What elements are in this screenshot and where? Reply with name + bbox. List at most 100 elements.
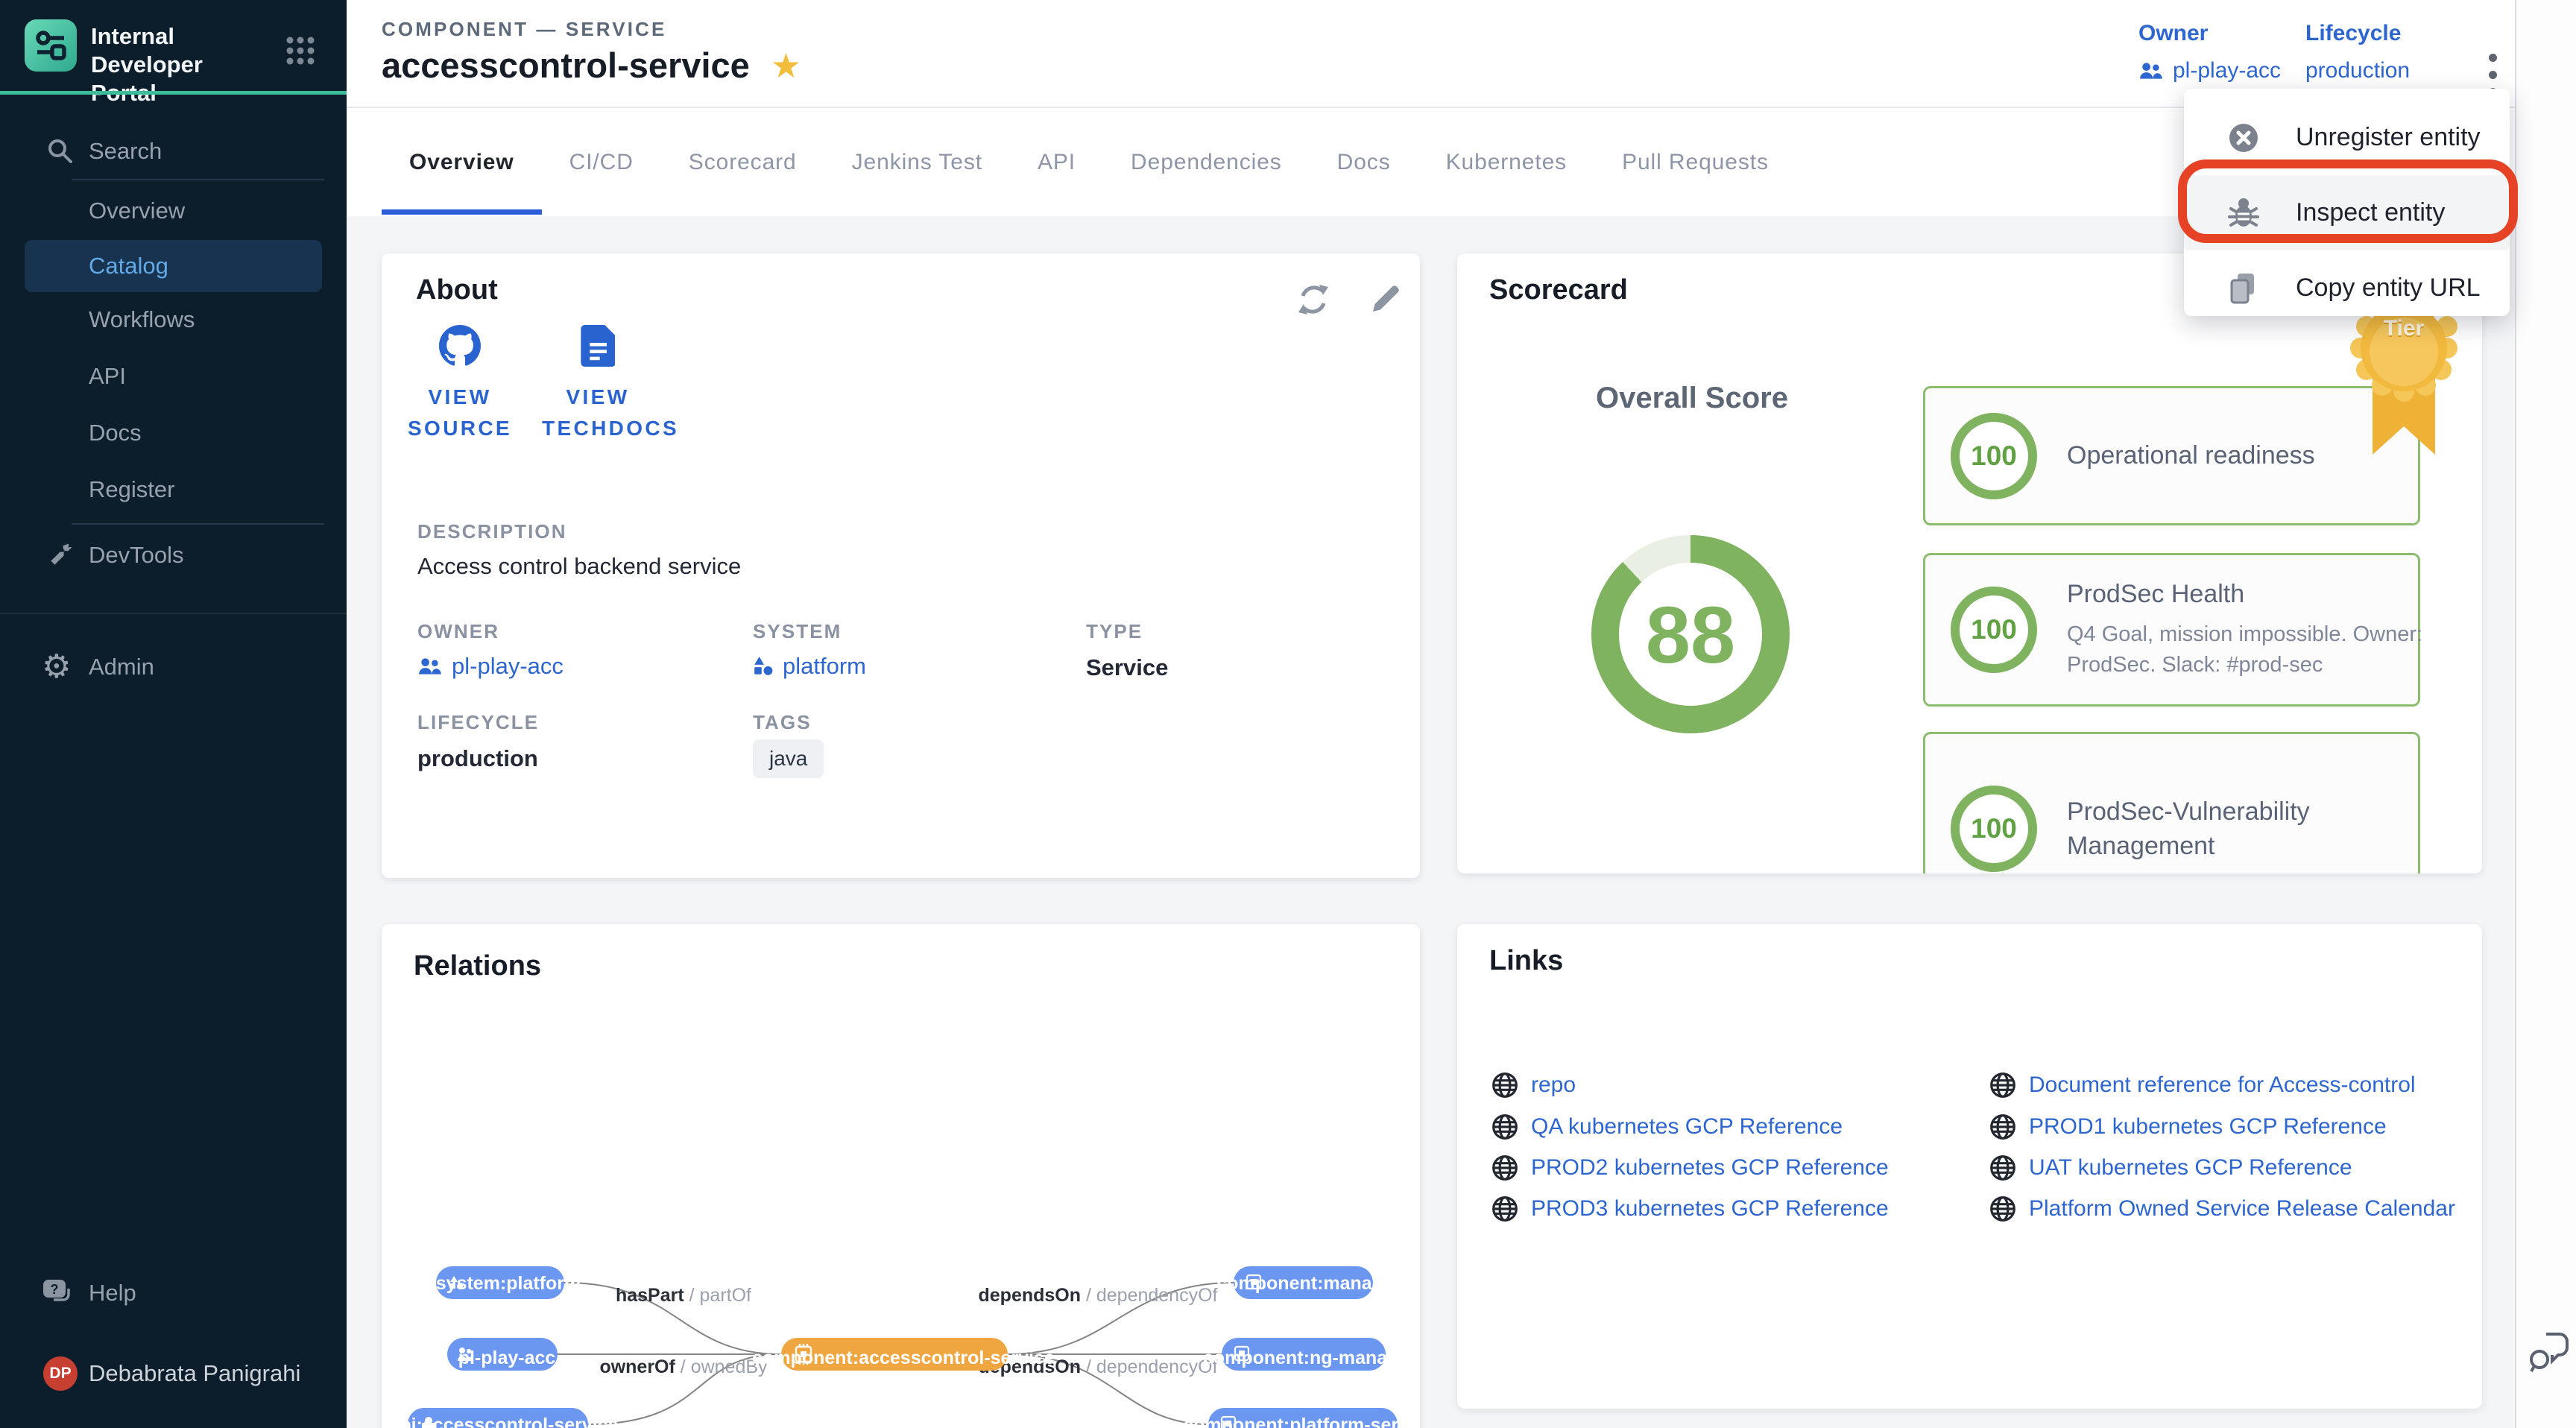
sidebar-item-devtools[interactable]: DevTools	[0, 531, 347, 580]
tab-pull-requests[interactable]: Pull Requests	[1594, 108, 1796, 216]
score-value: 100	[1951, 587, 2037, 673]
tag-chip-label: java	[753, 739, 824, 778]
entity-tabs: Overview CI/CD Scorecard Jenkins Test AP…	[382, 108, 1796, 216]
globe-icon	[1989, 1071, 2017, 1099]
link-label: PROD3 kubernetes GCP Reference	[1531, 1196, 1889, 1222]
search-icon	[46, 137, 75, 165]
favorite-star-icon[interactable]: ★	[771, 45, 801, 86]
link-label: Document reference for Access-control	[2029, 1072, 2416, 1098]
system-field-link[interactable]: platform	[753, 653, 866, 680]
overall-donut: 88	[1591, 535, 1790, 733]
node-api-accesscontrol-service[interactable]: api:accesscontrol-service	[389, 1408, 618, 1428]
score-item[interactable]: 100 Operational readiness	[1923, 386, 2420, 525]
link-item[interactable]: QA kubernetes GCP Reference	[1491, 1109, 1843, 1145]
tab-dependencies[interactable]: Dependencies	[1103, 108, 1310, 216]
owner-link[interactable]: pl-play-acc	[2138, 58, 2281, 83]
refresh-icon[interactable]	[1294, 280, 1333, 319]
svg-text:component:manager: component:manager	[1216, 1273, 1401, 1294]
view-techdocs-button[interactable]: VIEW TECHDOCS	[542, 325, 654, 444]
owner-field-link[interactable]: pl-play-acc	[417, 653, 564, 680]
sidebar-item-label: Catalog	[89, 253, 168, 279]
score-item[interactable]: 100 ProdSec-Vulnerability Management	[1923, 732, 2420, 873]
avatar: DP	[43, 1356, 78, 1391]
links-card: Links repo QA kubernetes GCP Reference P…	[1457, 924, 2482, 1409]
sidebar-item-docs[interactable]: Docs	[0, 408, 347, 458]
about-card-title: About	[416, 274, 498, 306]
globe-icon	[1491, 1071, 1519, 1099]
node-component-manager[interactable]: component:manager	[1216, 1266, 1401, 1299]
cancel-circle-icon	[2224, 119, 2263, 157]
link-item[interactable]: PROD3 kubernetes GCP Reference	[1491, 1191, 1889, 1227]
page-title: accesscontrol-service	[382, 45, 750, 86]
group-icon	[417, 657, 443, 676]
svg-text:system:platform: system:platform	[436, 1273, 581, 1294]
link-label: Platform Owned Service Release Calendar	[2029, 1196, 2455, 1222]
sidebar-item-search[interactable]: Search	[0, 127, 347, 176]
sidebar-item-label: Workflows	[89, 306, 195, 333]
view-source-label: VIEW SOURCE	[404, 382, 516, 444]
sidebar-item-overview[interactable]: Overview	[0, 186, 347, 236]
link-item[interactable]: UAT kubernetes GCP Reference	[1989, 1150, 2352, 1186]
menu-item-copy-entity-url[interactable]: Copy entity URL	[2184, 250, 2510, 326]
node-system-platform[interactable]: system:platform	[436, 1266, 581, 1299]
edge-label: dependsOn / dependencyOf	[979, 1425, 1218, 1428]
description-label: DESCRIPTION	[417, 520, 567, 543]
tab-cicd[interactable]: CI/CD	[542, 108, 661, 216]
sidebar-item-help[interactable]: ? Help	[0, 1269, 347, 1318]
sidebar-user[interactable]: DP Debabrata Panigrahi	[0, 1348, 347, 1400]
view-source-button[interactable]: VIEW SOURCE	[404, 325, 516, 444]
inspect-entity-highlight	[2178, 159, 2518, 243]
tab-scorecard[interactable]: Scorecard	[661, 108, 824, 216]
svg-text:pl-play-acc: pl-play-acc	[458, 1348, 556, 1368]
overall-score-value: 88	[1646, 588, 1735, 681]
sidebar-item-label: Docs	[89, 420, 142, 446]
globe-icon	[1989, 1113, 2017, 1141]
sidebar-item-workflows[interactable]: Workflows	[0, 295, 347, 344]
globe-icon	[1989, 1154, 2017, 1182]
owner-block: Owner pl-play-acc	[2138, 21, 2281, 83]
tab-overview[interactable]: Overview	[382, 108, 542, 216]
tab-docs[interactable]: Docs	[1310, 108, 1418, 216]
edge-label: ownerOf / ownedBy	[599, 1356, 768, 1377]
sidebar-item-admin[interactable]: ⚙ Admin	[0, 642, 347, 692]
node-component-platform-service[interactable]: component:platform-service	[1183, 1408, 1420, 1428]
score-item[interactable]: 100 ProdSec Health Q4 Goal, mission impo…	[1923, 553, 2420, 707]
wrench-icon	[46, 540, 76, 570]
sidebar: Internal Developer Portal Search Overvie…	[0, 0, 347, 1428]
edit-pencil-icon[interactable]	[1366, 280, 1404, 319]
link-item[interactable]: repo	[1491, 1067, 1576, 1103]
lifecycle-value: production	[2305, 58, 2410, 83]
link-label: QA kubernetes GCP Reference	[1531, 1114, 1843, 1140]
tag-chip[interactable]: java	[753, 739, 824, 778]
sidebar-item-register[interactable]: Register	[0, 465, 347, 514]
sidebar-item-catalog[interactable]: Catalog	[25, 240, 322, 292]
scorecard-card-title: Scorecard	[1489, 274, 1628, 306]
link-item[interactable]: PROD1 kubernetes GCP Reference	[1989, 1109, 2387, 1145]
sidebar-item-label: Admin	[89, 654, 154, 680]
node-pl-play-acc[interactable]: pl-play-acc	[447, 1338, 558, 1371]
tab-api[interactable]: API	[1010, 108, 1103, 216]
relations-graph: hasPart / partOf dependsOn / dependencyO…	[382, 924, 1420, 1428]
owner-value: pl-play-acc	[2173, 58, 2281, 83]
tab-kubernetes[interactable]: Kubernetes	[1418, 108, 1594, 216]
score-value: 100	[1951, 413, 2037, 499]
node-component-ng-manager[interactable]: component:ng-manager	[1203, 1338, 1416, 1371]
tab-jenkins-test[interactable]: Jenkins Test	[824, 108, 1010, 216]
breadcrumb: COMPONENT — SERVICE	[382, 18, 666, 41]
link-item[interactable]: Document reference for Access-control	[1989, 1067, 2416, 1103]
sidebar-item-api[interactable]: API	[0, 352, 347, 401]
sidebar-item-label: Register	[89, 476, 174, 503]
system-icon	[753, 656, 774, 677]
owner-label: Owner	[2138, 21, 2281, 46]
chat-bubbles-icon[interactable]	[2527, 1328, 2572, 1376]
link-label: UAT kubernetes GCP Reference	[2029, 1155, 2352, 1181]
score-title: ProdSec Health	[2067, 580, 2425, 609]
edge-label: dependsOn / dependencyOf	[979, 1285, 1218, 1306]
node-component-accesscontrol-service[interactable]: component:accesscontrol-service	[752, 1338, 1055, 1371]
link-item[interactable]: PROD2 kubernetes GCP Reference	[1491, 1150, 1889, 1186]
globe-icon	[1491, 1195, 1519, 1223]
link-item[interactable]: Platform Owned Service Release Calendar	[1989, 1191, 2455, 1227]
apps-grid-icon[interactable]	[284, 34, 317, 67]
overall-score-label: Overall Score	[1457, 382, 1927, 415]
link-label: repo	[1531, 1072, 1576, 1098]
